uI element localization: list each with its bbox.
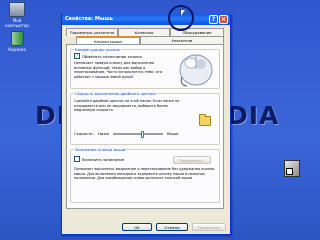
click-lock-group: Залипание кнопки мыши Включить залипание… [70, 147, 220, 203]
tab-wheel[interactable]: Колесико [118, 28, 170, 36]
cancel-button[interactable]: Отмена [156, 223, 188, 231]
click-lock-label: Включить залипание [82, 157, 125, 162]
click-lock-settings-button[interactable]: Параметры... [173, 156, 211, 164]
dialog-title: Свойства: Мышь [65, 16, 113, 22]
swap-buttons-checkbox[interactable]: ✓ [74, 53, 80, 59]
click-lock-title: Залипание кнопки мыши [74, 147, 127, 152]
double-click-title: Скорость выполнения двойного щелчка [74, 91, 157, 96]
tab-pointers[interactable]: Указатели [140, 36, 224, 44]
button-config-description: Назначает правую кнопку для выполнения о… [74, 61, 163, 79]
mouse-cursor-icon [181, 10, 185, 16]
swap-buttons-row[interactable]: ✓ Обменять назначение кнопок [74, 53, 142, 60]
recycle-bin-icon [10, 31, 24, 46]
shortcut-icon[interactable] [284, 160, 300, 177]
double-click-description: Сделайте двойной щелчок по этой папке. Е… [74, 99, 180, 112]
mouse-properties-dialog: Свойства: Мышь ? × Параметры указателя К… [61, 14, 231, 235]
tab-panel: Конфигурация кнопок ✓ Обменять назначение… [66, 44, 224, 209]
mouse-illustration-icon [179, 54, 213, 87]
click-lock-description: Позволяет выполнять выделение и перетаск… [74, 167, 215, 180]
recycle-bin-desktop-icon[interactable]: Корзина [2, 31, 32, 52]
wallpaper-text-right: DIA [227, 101, 280, 130]
help-button[interactable]: ? [209, 15, 218, 24]
apply-button[interactable]: Применить [192, 223, 226, 231]
recycle-bin-label: Корзина [8, 47, 26, 52]
dialog-titlebar[interactable]: Свойства: Мышь ? × [62, 14, 230, 25]
cursor-highlight-ring [168, 5, 194, 31]
ok-button[interactable]: OK [122, 223, 152, 231]
tab-pointer-options[interactable]: Параметры указателя [66, 28, 118, 36]
slider-track [113, 133, 163, 135]
speed-slow-label: Ниже [98, 131, 110, 136]
close-button[interactable]: × [219, 15, 228, 24]
my-computer-label: Мой компьютер [5, 18, 29, 28]
double-click-group: Скорость выполнения двойного щелчка Сдел… [70, 91, 220, 145]
test-folder-icon[interactable] [199, 114, 211, 126]
button-config-title: Конфигурация кнопок [74, 47, 121, 52]
click-lock-row[interactable]: Включить залипание [74, 156, 125, 163]
slider-thumb[interactable] [141, 131, 145, 138]
my-computer-desktop-icon[interactable]: Мой компьютер [2, 2, 32, 28]
double-click-speed-slider[interactable] [113, 131, 163, 138]
click-lock-checkbox[interactable] [74, 156, 80, 162]
swap-buttons-label: Обменять назначение кнопок [82, 54, 142, 59]
my-computer-icon [9, 2, 25, 17]
speed-label: Скорость: [74, 131, 94, 136]
speed-fast-label: Выше [167, 131, 179, 136]
button-config-group: Конфигурация кнопок ✓ Обменять назначение… [70, 47, 220, 89]
